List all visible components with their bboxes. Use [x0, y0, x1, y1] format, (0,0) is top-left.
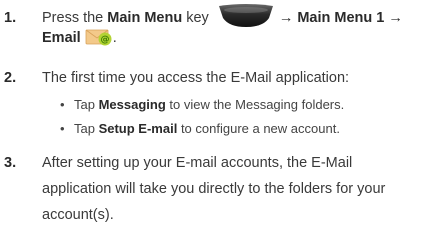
- step-1: 1. Press the Main Menu key → Main Menu 1…: [0, 4, 438, 52]
- email-label: Email: [42, 30, 81, 47]
- path-main-menu-1: → Main Menu 1 →: [278, 10, 403, 26]
- step-number: 3.: [4, 155, 17, 171]
- step-number: 1.: [4, 10, 17, 26]
- step-text: After setting up your E-mail accounts, t…: [42, 155, 386, 223]
- bullet-messaging: • Tap Messaging to view the Messaging fol…: [60, 97, 345, 112]
- svg-text:@: @: [100, 35, 109, 45]
- step-text: Press the Main Menu key → Main Menu 1 → …: [42, 4, 438, 48]
- email-app-icon: @: [85, 29, 112, 46]
- main-menu-label: Main Menu: [107, 10, 183, 26]
- bullet-dot: •: [60, 121, 65, 136]
- step-text: The first time you access the E-Mail app…: [42, 70, 350, 86]
- bullet-dot: •: [60, 97, 65, 112]
- step-3: 3. After setting up your E-mail accounts…: [0, 150, 438, 230]
- main-menu-key-icon: [218, 4, 273, 28]
- step-number: 2.: [4, 70, 17, 86]
- bullet-setup-email: • Tap Setup E-mail to configure a new acc…: [60, 121, 340, 136]
- step-2: 2. The first time you access the E-Mail …: [0, 68, 438, 88]
